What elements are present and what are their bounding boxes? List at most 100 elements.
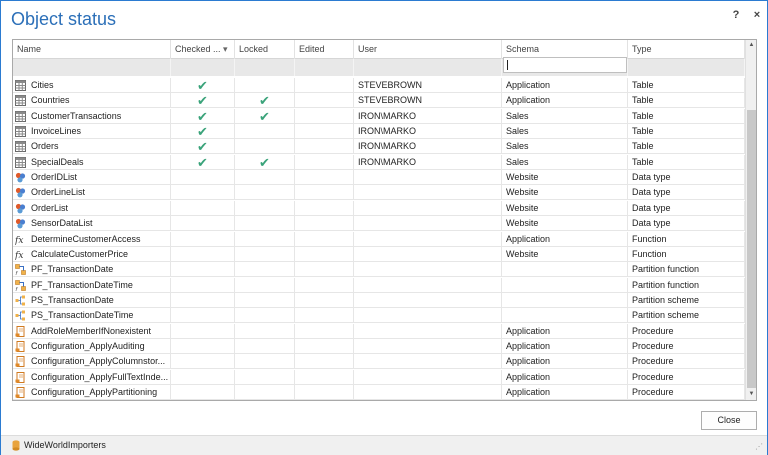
table-row[interactable]: SensorDataList Website Data type bbox=[13, 216, 745, 232]
table-row[interactable]: CustomerTransactions ✔ ✔ IRON\MARKO Sales Tab… bbox=[13, 108, 745, 124]
object-name: PS_TransactionDateTime bbox=[31, 310, 134, 321]
close-window-button[interactable]: × bbox=[750, 9, 764, 21]
table-row[interactable]: OrderList Website Data type bbox=[13, 200, 745, 216]
object-name: OrderIDList bbox=[31, 172, 78, 183]
cell-user bbox=[354, 385, 502, 400]
table-row[interactable]: fx CalculateCustomerPrice Website Function bbox=[13, 246, 745, 262]
cell-name: Cities bbox=[13, 78, 171, 93]
cell-checked bbox=[171, 369, 235, 385]
resize-grip-icon[interactable]: ⋰ bbox=[755, 442, 763, 451]
column-header-checked[interactable]: Checked ... ▾ bbox=[171, 40, 235, 59]
object-name: Configuration_ApplyPartitioning bbox=[31, 387, 158, 397]
svg-text:fx: fx bbox=[15, 236, 23, 245]
function-icon: fx bbox=[14, 249, 26, 261]
cell-edited bbox=[295, 78, 354, 93]
partition-scheme-icon bbox=[15, 295, 26, 306]
object-name: Orders bbox=[31, 141, 59, 152]
cell-schema: Website bbox=[502, 170, 628, 186]
cell-user: IRON\MARKO bbox=[354, 139, 502, 155]
filter-cell-name[interactable] bbox=[13, 59, 171, 76]
filter-cell-locked[interactable] bbox=[235, 59, 295, 76]
cell-schema: Website bbox=[502, 200, 628, 216]
cell-name: f PF_TransactionDate bbox=[13, 262, 171, 278]
filter-cell-checked[interactable] bbox=[171, 59, 235, 76]
table-row[interactable]: Orders ✔ IRON\MARKO Sales Table bbox=[13, 139, 745, 155]
cell-edited bbox=[295, 216, 354, 232]
object-name: PF_TransactionDate bbox=[31, 264, 114, 275]
cell-type: Partition function bbox=[628, 277, 745, 293]
cell-checked: ✔ bbox=[171, 124, 235, 140]
column-header-label: Schema bbox=[506, 44, 540, 54]
table-row[interactable]: Cities ✔ STEVEBROWN Application Table bbox=[13, 78, 745, 93]
cell-schema: Application bbox=[502, 78, 628, 93]
cell-locked bbox=[235, 200, 295, 216]
procedure-icon bbox=[15, 371, 26, 383]
cell-edited bbox=[295, 154, 354, 170]
column-header-edited[interactable]: Edited bbox=[295, 40, 354, 59]
filter-cell-type[interactable] bbox=[628, 59, 745, 76]
object-name: CalculateCustomerPrice bbox=[31, 248, 129, 259]
table-row[interactable]: Configuration_ApplyFullTextInde... Applic… bbox=[13, 369, 745, 385]
scroll-up-icon[interactable]: ▲ bbox=[746, 40, 756, 51]
checkmark-icon: ✔ bbox=[259, 93, 270, 109]
checkmark-icon: ✔ bbox=[197, 108, 208, 124]
cell-edited bbox=[295, 124, 354, 140]
column-header-name[interactable]: Name bbox=[13, 40, 171, 59]
scrollbar-thumb[interactable] bbox=[747, 110, 756, 388]
table-row[interactable]: Configuration_ApplyColumnstor... Applicat… bbox=[13, 354, 745, 370]
table-row[interactable]: fx DetermineCustomerAccess Application Func… bbox=[13, 231, 745, 247]
column-header-label: Type bbox=[632, 44, 652, 54]
cell-schema: Application bbox=[502, 385, 628, 400]
table-row[interactable]: AddRoleMemberIfNonexistent Application Pro… bbox=[13, 323, 745, 339]
cell-edited bbox=[295, 185, 354, 201]
cell-checked bbox=[171, 323, 235, 339]
scroll-down-icon[interactable]: ▼ bbox=[746, 389, 756, 400]
table-row[interactable]: InvoiceLines ✔ IRON\MARKO Sales Table bbox=[13, 124, 745, 140]
help-button[interactable]: ? bbox=[729, 9, 743, 21]
cell-type: Procedure bbox=[628, 323, 745, 339]
cell-edited bbox=[295, 277, 354, 293]
table-row[interactable]: Configuration_ApplyPartitioning Applicati… bbox=[13, 385, 745, 400]
table-icon bbox=[15, 141, 26, 153]
cell-locked bbox=[235, 78, 295, 93]
cell-checked bbox=[171, 292, 235, 308]
table-row[interactable]: Configuration_ApplyAuditing Application Pr… bbox=[13, 338, 745, 354]
filter-cell-edited[interactable] bbox=[295, 59, 354, 76]
object-name: Configuration_ApplyColumnstor... bbox=[31, 356, 166, 367]
table-icon bbox=[15, 126, 26, 138]
table-row[interactable]: PS_TransactionDateTime Partition scheme bbox=[13, 308, 745, 324]
cell-locked bbox=[235, 354, 295, 370]
cell-schema bbox=[502, 277, 628, 293]
column-header-user[interactable]: User bbox=[354, 40, 502, 59]
table-row[interactable]: OrderIDList Website Data type bbox=[13, 170, 745, 186]
cell-type: Procedure bbox=[628, 369, 745, 385]
cell-locked bbox=[235, 385, 295, 400]
cell-name: SensorDataList bbox=[13, 216, 171, 232]
cell-locked bbox=[235, 292, 295, 308]
schema-filter-input[interactable] bbox=[503, 57, 627, 73]
cell-edited bbox=[295, 385, 354, 400]
cell-user bbox=[354, 354, 502, 370]
cell-user bbox=[354, 323, 502, 339]
filter-cell-user[interactable] bbox=[354, 59, 502, 76]
table-row[interactable]: f PF_TransactionDate Partition function bbox=[13, 262, 745, 278]
table-row[interactable]: OrderLineList Website Data type bbox=[13, 185, 745, 201]
close-button[interactable]: Close bbox=[701, 411, 757, 430]
table-row[interactable]: PS_TransactionDate Partition scheme bbox=[13, 292, 745, 308]
vertical-scrollbar[interactable]: ▲ ▼ bbox=[745, 40, 756, 400]
cell-schema: Sales bbox=[502, 139, 628, 155]
table-row[interactable]: Countries ✔ ✔ STEVEBROWN Application Table bbox=[13, 93, 745, 109]
table-row[interactable]: f PF_TransactionDateTime Partition functio… bbox=[13, 277, 745, 293]
cell-name: Configuration_ApplyPartitioning bbox=[13, 385, 171, 400]
table-row[interactable]: SpecialDeals ✔ ✔ IRON\MARKO Sales Table bbox=[13, 154, 745, 170]
cell-user bbox=[354, 231, 502, 247]
cell-type: Data type bbox=[628, 185, 745, 201]
object-name: Configuration_ApplyAuditing bbox=[31, 340, 145, 351]
cell-edited bbox=[295, 170, 354, 186]
cell-checked bbox=[171, 354, 235, 370]
column-header-type[interactable]: Type bbox=[628, 40, 745, 59]
column-header-locked[interactable]: Locked bbox=[235, 40, 295, 59]
column-header-label: Checked ... bbox=[175, 44, 221, 54]
object-name: PF_TransactionDateTime bbox=[31, 279, 133, 290]
cell-checked bbox=[171, 170, 235, 186]
